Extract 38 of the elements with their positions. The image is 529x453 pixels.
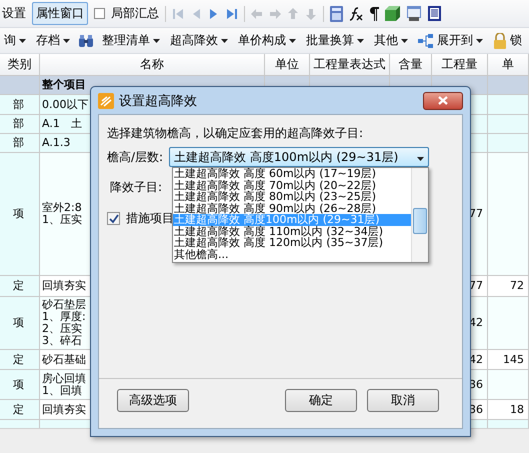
column-header[interactable]: 名称 — [40, 54, 265, 76]
sub-item-label: 降效子目: — [109, 179, 162, 196]
menu-button[interactable]: 批量换算 — [304, 32, 366, 49]
height-dropdown[interactable]: 土建超高降效 高度100m以内 (29~31层) — [169, 147, 430, 167]
category-cell: 部 — [0, 95, 40, 115]
menu-button[interactable]: 其他 — [372, 32, 410, 49]
checkbox-label[interactable]: 局部汇总 — [111, 5, 159, 22]
ok-button[interactable]: 确定 — [285, 389, 357, 412]
category-cell: 定 — [0, 276, 40, 297]
menu-button[interactable]: 存档 — [34, 32, 72, 49]
category-cell: 定 — [0, 400, 40, 420]
lock-button[interactable]: 锁 — [491, 32, 524, 49]
cancel-button[interactable]: 取消 — [367, 389, 439, 412]
advanced-options-button[interactable]: 高级选项 — [117, 389, 189, 412]
column-header[interactable]: 单 — [488, 54, 529, 76]
category-cell: 部 — [0, 115, 40, 134]
column-header[interactable]: 类别 — [0, 54, 40, 76]
toolbar-label[interactable]: 设置 — [2, 5, 26, 22]
price-cell: 72 — [488, 276, 529, 297]
column-header[interactable]: 工程量表达式 — [310, 54, 390, 76]
column-header[interactable]: 含量 — [390, 54, 432, 76]
category-cell: 项 — [0, 370, 40, 400]
dialog-title: 设置超高降效 — [119, 92, 197, 110]
menu-button[interactable]: 超高降效 — [168, 32, 230, 49]
menu-button[interactable]: 整理清单 — [100, 32, 162, 49]
menu-button[interactable]: 询 — [2, 32, 28, 49]
price-cell: 145 — [488, 350, 529, 370]
price-cell: 18 — [488, 400, 529, 420]
checkbox-label[interactable]: 措施项目 — [126, 210, 174, 227]
category-cell: 项 — [0, 153, 40, 276]
category-cell: 部 — [0, 134, 40, 153]
menu-button[interactable]: 展开到 — [416, 32, 485, 49]
category-cell: 项 — [0, 297, 40, 350]
category-cell: 定 — [0, 350, 40, 370]
column-header[interactable]: 单位 — [265, 54, 310, 76]
property-window-toggle[interactable]: 属性窗口 — [32, 2, 88, 25]
column-header[interactable]: 工程量 — [432, 54, 488, 76]
menu-button[interactable]: 单价构成 — [236, 32, 298, 49]
